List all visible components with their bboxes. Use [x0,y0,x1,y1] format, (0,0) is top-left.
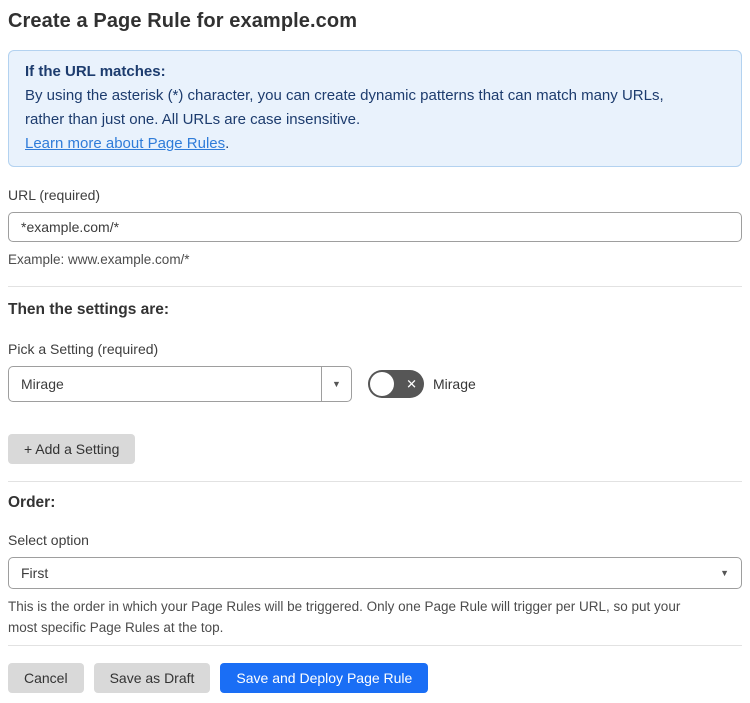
chevron-down-icon: ▼ [332,379,341,389]
action-buttons-row: Cancel Save as Draft Save and Deploy Pag… [8,663,742,693]
add-setting-button[interactable]: + Add a Setting [8,434,136,464]
select-option-label: Select option [8,532,89,548]
cancel-button[interactable]: Cancel [8,663,84,693]
info-box-heading: If the URL matches: [25,63,166,80]
setting-select-arrow-button[interactable]: ▼ [322,367,351,401]
toggle-off-x-icon: ✕ [406,376,417,392]
settings-section-heading: Then the settings are: [8,301,170,318]
url-field-label: URL (required) [8,187,101,203]
url-match-info-box: If the URL matches: By using the asteris… [8,50,742,167]
setting-select-value: Mirage [21,376,64,392]
order-select-value: First [21,565,49,581]
url-input[interactable] [8,212,742,242]
info-box-body-line-2: rather than just one. All URLs are case … [25,111,361,128]
order-helper-line-2: most specific Page Rules at the top. [8,620,224,635]
mirage-toggle[interactable]: ✕ [368,370,424,398]
divider [8,481,742,482]
learn-more-link[interactable]: Learn more about Page Rules [25,135,225,152]
save-and-deploy-button[interactable]: Save and Deploy Page Rule [220,663,429,693]
order-helper-line-1: This is the order in which your Page Rul… [8,599,681,614]
create-page-rule-panel: Create a Page Rule for example.com If th… [0,0,750,703]
divider [8,286,742,287]
setting-row: Mirage ▼ ✕ Mirage [8,366,742,402]
order-helper: This is the order in which your Page Rul… [8,596,742,638]
setting-select[interactable]: Mirage ▼ [8,366,352,402]
toggle-label: Mirage [433,376,476,392]
chevron-down-icon: ▼ [720,568,729,578]
divider [8,645,742,646]
order-section-heading: Order: [8,494,56,511]
order-select[interactable]: First ▼ [8,557,742,589]
toggle-knob [370,372,394,396]
link-suffix: . [225,135,230,152]
save-as-draft-button[interactable]: Save as Draft [93,663,211,693]
page-title: Create a Page Rule for example.com [8,10,358,32]
url-example-helper: Example: www.example.com/* [8,252,190,267]
info-box-body-line-1: By using the asterisk (*) character, you… [25,87,664,104]
pick-setting-label: Pick a Setting (required) [8,341,159,357]
info-box-link-line: Learn more about Page Rules. [25,132,725,156]
